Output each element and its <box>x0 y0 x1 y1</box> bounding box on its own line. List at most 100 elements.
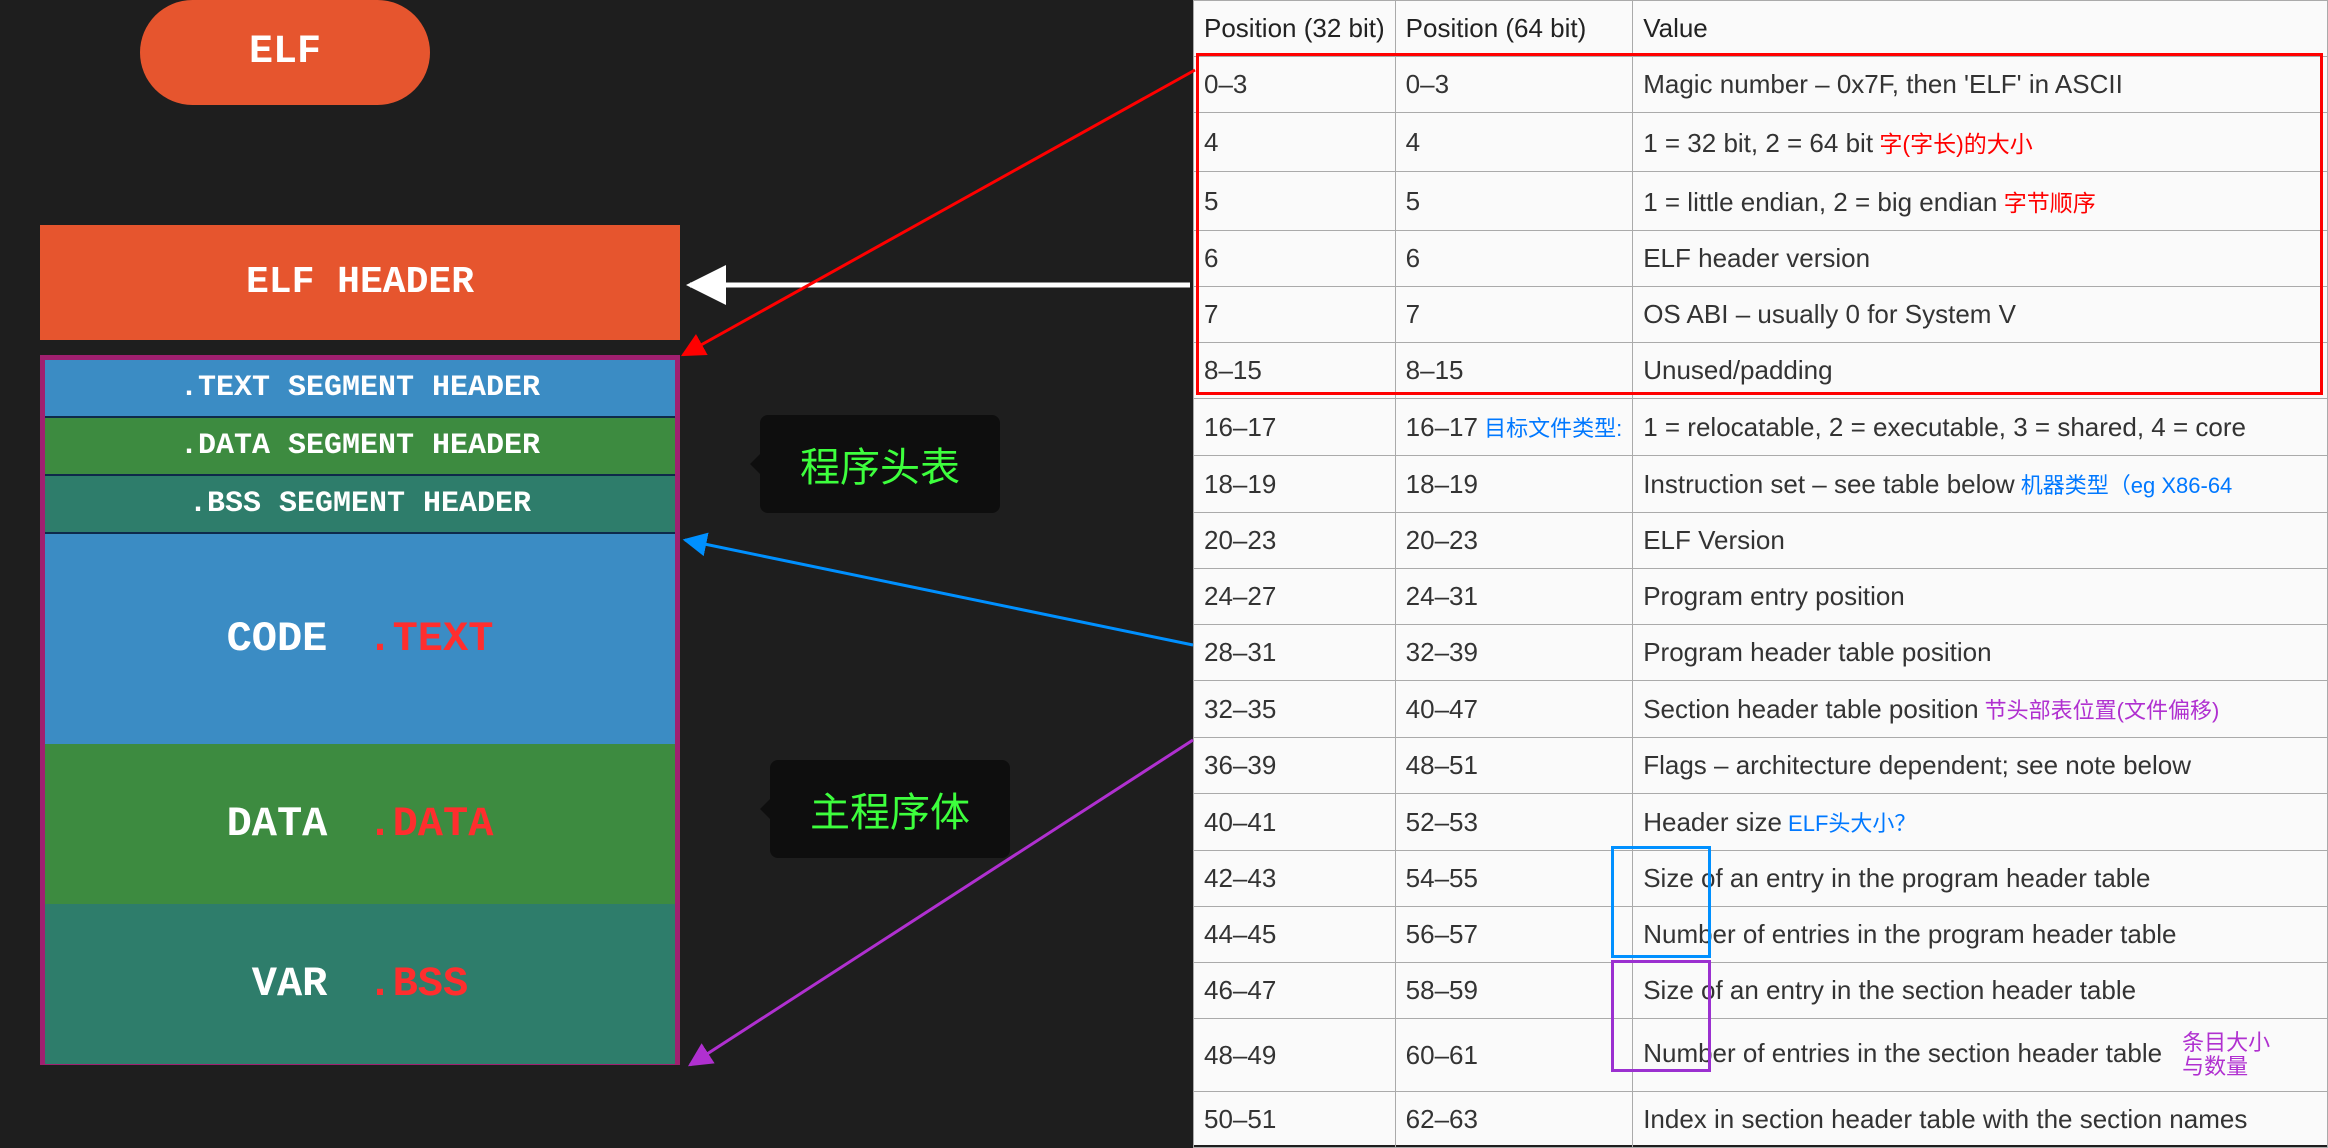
cell-pos64: 24–31 <box>1395 569 1633 625</box>
text-segment-header: .TEXT SEGMENT HEADER <box>45 360 675 418</box>
bss-segment-header: .BSS SEGMENT HEADER <box>45 476 675 534</box>
elf-header-table: Position (32 bit) Position (64 bit) Valu… <box>1193 0 2328 1148</box>
code-section-name: .TEXT <box>367 615 493 663</box>
cell-pos32: 16–17 <box>1194 399 1396 456</box>
data-section: DATA .DATA <box>45 744 675 904</box>
data-section-name: .DATA <box>367 800 493 848</box>
cell-pos64: 8–15 <box>1395 343 1633 399</box>
cell-value: Header size ELF头大小？ <box>1633 794 2328 851</box>
table-row: 24–2724–31Program entry position <box>1194 569 2328 625</box>
bss-section: VAR .BSS <box>45 904 675 1064</box>
cell-pos64: 40–47 <box>1395 681 1633 738</box>
table-row: 40–4152–53Header size ELF头大小？ <box>1194 794 2328 851</box>
callout-program-header-table: 程序头表 <box>760 415 1000 513</box>
table-row: 551 = little endian, 2 = big endian 字节顺序 <box>1194 172 2328 231</box>
cell-pos32: 48–49 <box>1194 1019 1396 1092</box>
cell-value: Number of entries in the program header … <box>1633 907 2328 963</box>
table-header-row: Position (32 bit) Position (64 bit) Valu… <box>1194 1 2328 57</box>
cell-pos64: 56–57 <box>1395 907 1633 963</box>
data-segment-header: .DATA SEGMENT HEADER <box>45 418 675 476</box>
cell-pos64: 6 <box>1395 231 1633 287</box>
bss-label: VAR <box>252 960 328 1008</box>
cell-pos64: 48–51 <box>1395 738 1633 794</box>
cell-pos64: 20–23 <box>1395 513 1633 569</box>
cell-pos32: 40–41 <box>1194 794 1396 851</box>
cell-pos32: 44–45 <box>1194 907 1396 963</box>
table-row: 44–4556–57Number of entries in the progr… <box>1194 907 2328 963</box>
table-row: 42–4354–55Size of an entry in the progra… <box>1194 851 2328 907</box>
cell-pos64: 4 <box>1395 113 1633 172</box>
cell-pos32: 0–3 <box>1194 57 1396 113</box>
cell-value: Index in section header table with the s… <box>1633 1092 2328 1148</box>
cell-value: ELF Version <box>1633 513 2328 569</box>
cell-pos32: 7 <box>1194 287 1396 343</box>
cell-pos32: 28–31 <box>1194 625 1396 681</box>
table-row: 48–4960–61Number of entries in the secti… <box>1194 1019 2328 1092</box>
cell-pos32: 4 <box>1194 113 1396 172</box>
cell-value: Unused/padding <box>1633 343 2328 399</box>
cell-pos64: 32–39 <box>1395 625 1633 681</box>
cell-value: Program header table position <box>1633 625 2328 681</box>
code-section: CODE .TEXT <box>45 534 675 744</box>
cell-pos64: 0–3 <box>1395 57 1633 113</box>
cell-value: Size of an entry in the program header t… <box>1633 851 2328 907</box>
cell-value: 1 = little endian, 2 = big endian 字节顺序 <box>1633 172 2328 231</box>
elf-pill: ELF <box>140 0 430 105</box>
cell-value: Program entry position <box>1633 569 2328 625</box>
col-value: Value <box>1633 1 2328 57</box>
cell-pos32: 36–39 <box>1194 738 1396 794</box>
cell-pos64: 7 <box>1395 287 1633 343</box>
cell-pos32: 32–35 <box>1194 681 1396 738</box>
elf-body-container: .TEXT SEGMENT HEADER .DATA SEGMENT HEADE… <box>40 355 680 1065</box>
elf-diagram-panel: ELF ELF HEADER .TEXT SEGMENT HEADER .DAT… <box>0 0 1190 1145</box>
cell-pos32: 5 <box>1194 172 1396 231</box>
code-label: CODE <box>227 615 328 663</box>
table-row: 8–158–15Unused/padding <box>1194 343 2328 399</box>
cell-value: Size of an entry in the section header t… <box>1633 963 2328 1019</box>
table-row: 77OS ABI – usually 0 for System V <box>1194 287 2328 343</box>
cell-value: OS ABI – usually 0 for System V <box>1633 287 2328 343</box>
col-pos64: Position (64 bit) <box>1395 1 1633 57</box>
cell-pos64: 52–53 <box>1395 794 1633 851</box>
data-label: DATA <box>227 800 328 848</box>
table-row: 16–1716–17 目标文件类型:1 = relocatable, 2 = e… <box>1194 399 2328 456</box>
table-row: 32–3540–47Section header table position … <box>1194 681 2328 738</box>
cell-pos64: 16–17 目标文件类型: <box>1395 399 1633 456</box>
cell-pos32: 42–43 <box>1194 851 1396 907</box>
cell-pos64: 5 <box>1395 172 1633 231</box>
cell-pos32: 50–51 <box>1194 1092 1396 1148</box>
cell-pos64: 62–63 <box>1395 1092 1633 1148</box>
cell-pos32: 24–27 <box>1194 569 1396 625</box>
cell-pos32: 6 <box>1194 231 1396 287</box>
table-row: 50–5162–63Index in section header table … <box>1194 1092 2328 1148</box>
cell-value: 1 = 32 bit, 2 = 64 bit 字(字长)的大小 <box>1633 113 2328 172</box>
col-pos32: Position (32 bit) <box>1194 1 1396 57</box>
table-row: 441 = 32 bit, 2 = 64 bit 字(字长)的大小 <box>1194 113 2328 172</box>
cell-pos64: 58–59 <box>1395 963 1633 1019</box>
cell-value: Flags – architecture dependent; see note… <box>1633 738 2328 794</box>
cell-value: 1 = relocatable, 2 = executable, 3 = sha… <box>1633 399 2328 456</box>
table-row: 20–2320–23ELF Version <box>1194 513 2328 569</box>
cell-pos32: 8–15 <box>1194 343 1396 399</box>
table-row: 18–1918–19Instruction set – see table be… <box>1194 456 2328 513</box>
cell-pos32: 18–19 <box>1194 456 1396 513</box>
cell-pos32: 46–47 <box>1194 963 1396 1019</box>
cell-value: ELF header version <box>1633 231 2328 287</box>
cell-pos64: 18–19 <box>1395 456 1633 513</box>
cell-pos64: 54–55 <box>1395 851 1633 907</box>
elf-header-table-panel: Position (32 bit) Position (64 bit) Valu… <box>1193 0 2328 1145</box>
table-row: 28–3132–39Program header table position <box>1194 625 2328 681</box>
table-row: 0–30–3Magic number – 0x7F, then 'ELF' in… <box>1194 57 2328 113</box>
cell-pos32: 20–23 <box>1194 513 1396 569</box>
table-row: 66ELF header version <box>1194 231 2328 287</box>
elf-header-block: ELF HEADER <box>40 225 680 340</box>
table-row: 46–4758–59Size of an entry in the sectio… <box>1194 963 2328 1019</box>
cell-value: Instruction set – see table below 机器类型（e… <box>1633 456 2328 513</box>
table-row: 36–3948–51Flags – architecture dependent… <box>1194 738 2328 794</box>
cell-pos64: 60–61 <box>1395 1019 1633 1092</box>
bss-section-name: .BSS <box>367 960 468 1008</box>
cell-value: Magic number – 0x7F, then 'ELF' in ASCII <box>1633 57 2328 113</box>
callout-main-program-body: 主程序体 <box>770 760 1010 858</box>
cell-value: Number of entries in the section header … <box>1633 1019 2328 1092</box>
cell-value: Section header table position 节头部表位置(文件偏… <box>1633 681 2328 738</box>
